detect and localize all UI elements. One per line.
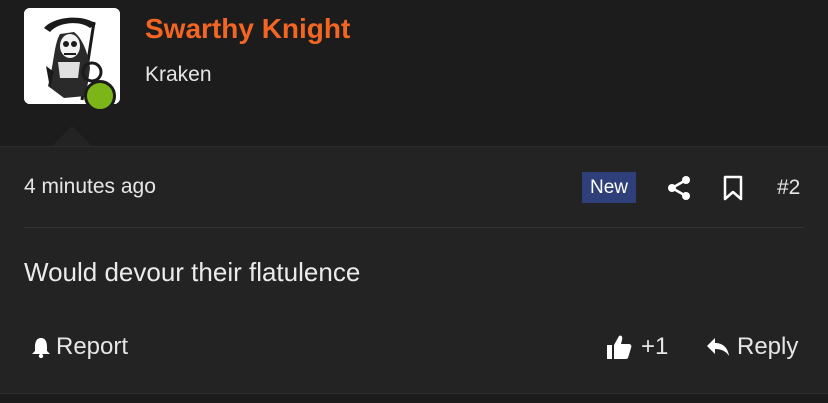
share-icon[interactable] (666, 175, 692, 201)
thumbs-up-icon (605, 333, 633, 361)
post-actions: Report +1 Reply (0, 325, 828, 375)
like-count: +1 (641, 333, 669, 360)
post-meta-row: 4 minutes ago New #2 (0, 147, 828, 227)
post-message: Would devour their flatulence (24, 257, 361, 287)
reply-label: Reply (737, 333, 799, 360)
reply-icon (705, 336, 731, 358)
post-number-link[interactable]: #2 (777, 176, 800, 200)
message-pointer-arrow (52, 126, 92, 146)
like-button[interactable]: +1 (605, 333, 668, 361)
divider (24, 227, 804, 228)
post-body: 4 minutes ago New #2 Would devour their … (0, 146, 828, 403)
bell-icon (30, 336, 52, 358)
username-link[interactable]: Swarthy Knight (145, 13, 350, 45)
reply-button[interactable]: Reply (705, 333, 798, 361)
post-header: Swarthy Knight Kraken (0, 0, 828, 146)
user-title: Kraken (145, 63, 212, 86)
avatar-container[interactable] (24, 8, 120, 112)
post-bottom-separator (0, 393, 828, 403)
new-badge: New (582, 172, 637, 203)
report-button[interactable]: Report (30, 333, 128, 361)
post-timestamp[interactable]: 4 minutes ago (24, 175, 156, 199)
report-label: Report (56, 333, 129, 360)
bookmark-icon[interactable] (722, 175, 744, 201)
online-status-indicator (84, 80, 116, 112)
